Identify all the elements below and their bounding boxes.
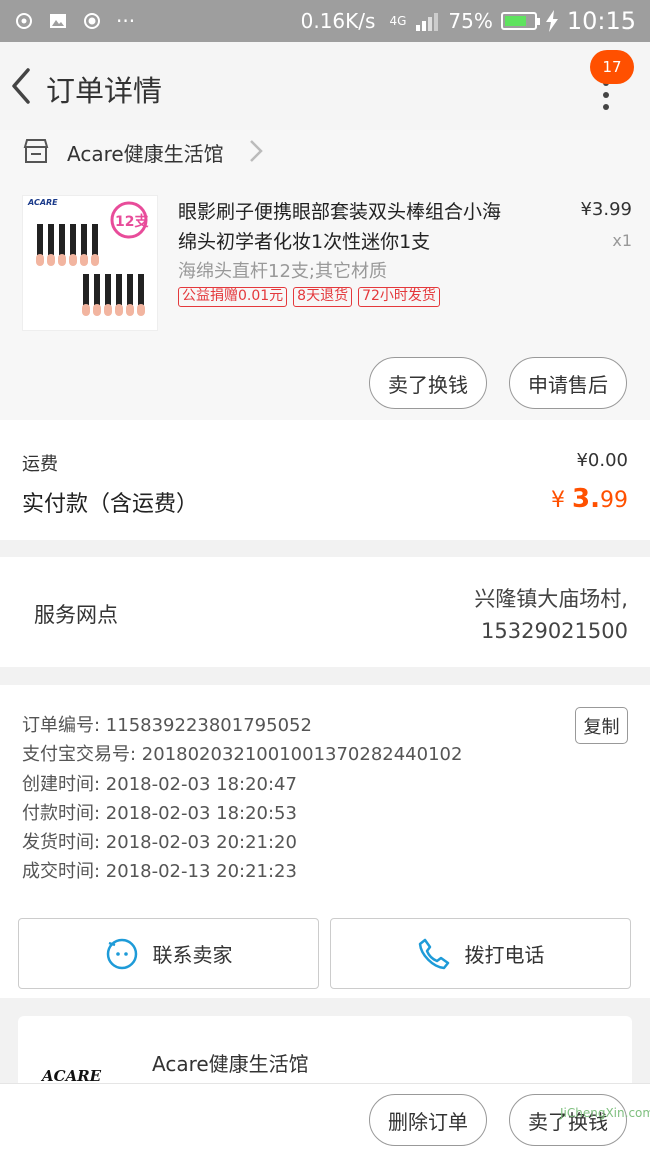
product-name[interactable]: 眼影刷子便携眼部套装双头棒组合小海绵头初学者化妆1次性迷你1支 [178,197,518,257]
service-address-line: 兴隆镇大庙场村, [474,587,628,611]
record-icon [84,13,100,29]
brush-handle [37,224,43,256]
brush-handle [94,274,100,306]
brush-handle [127,274,133,306]
paid-dec: 99 [600,488,628,513]
brush-sponge [126,304,134,316]
status-bar: ··· 0.16K/s 4G 75% 10:15 [0,0,650,42]
brush-sponge [69,254,77,266]
order-info-line: 支付宝交易号: 2018020321001001370282440102 [22,744,463,766]
order-info-line: 创建时间: 2018-02-03 18:20:47 [22,773,297,795]
chat-icon [106,938,137,969]
brush-sponge [104,304,112,316]
brush-handle [81,224,87,256]
paid-label: 实付款（含运费） [22,492,199,517]
service-address: 兴隆镇大庙场村, 15329021500 [474,583,628,647]
more-menu-icon[interactable] [594,80,618,128]
battery-percent: 75% [448,9,493,33]
shop-header[interactable]: Acare健康生活馆 [0,130,650,185]
shop-name: Acare健康生活馆 [67,142,224,166]
contact-seller-label: 联系卖家 [152,943,233,967]
brush-handle [92,224,98,256]
service-point: 服务网点 兴隆镇大庙场村, 15329021500 [0,557,650,667]
clock: 10:15 [566,7,636,35]
bottom-action-bar: 删除订单 卖了换钱 [0,1083,650,1155]
brush-sponge [115,304,123,316]
brush-handle [116,274,122,306]
paid-currency: ¥ [551,488,566,513]
product-tags: 公益捐赠0.01元 8天退货 72小时发货 [178,287,440,307]
brush-sponge [137,304,145,316]
order-item: ACARE 12支 眼影刷子便携眼部套装双头棒组合小海绵头初学者化妆1次性迷你1… [0,185,650,420]
header: 订单详情 [0,42,650,130]
page-title: 订单详情 [46,74,163,108]
order-info-lines: 订单编号: 115839223801795052 支付宝交易号: 20180203… [22,711,462,887]
brush-sponge [93,304,101,316]
order-info-line: 付款时间: 2018-02-03 18:20:53 [22,802,297,824]
brush-sponge [91,254,99,266]
shop-card-name: Acare健康生活馆 [152,1052,309,1076]
brush-sponge [36,254,44,266]
product-tag: 72小时发货 [358,287,440,307]
back-arrow-icon[interactable] [6,66,36,106]
brush-handle [105,274,111,306]
store-icon [23,139,49,163]
product-sku: 海绵头直杆12支;其它材质 [178,261,387,282]
brush-sponge [47,254,55,266]
order-info-line: 成交时间: 2018-02-13 20:21:23 [22,861,297,883]
chevron-right-icon [250,140,263,162]
call-button[interactable]: 拨打电话 [330,918,631,989]
battery-icon [500,12,540,30]
copy-button[interactable]: 复制 [575,707,628,744]
brush-handle [59,224,65,256]
brush-sponge [80,254,88,266]
brush-sponge [58,254,66,266]
product-thumbnail[interactable]: ACARE 12支 [22,195,158,331]
sell-button[interactable]: 卖了换钱 [369,357,487,409]
notification-icon [16,13,32,29]
bottom-sell-button[interactable]: 卖了换钱 [509,1094,627,1146]
notification-badge: 17 [590,50,634,84]
fee-section: 运费 ¥0.00 实付款（含运费） ¥ 3.99 [0,420,650,540]
order-detail-page: { "status_bar": {"network_speed": "0.16K… [0,0,650,1155]
service-phone[interactable]: 15329021500 [474,615,628,647]
network-type: 4G [389,14,407,28]
contact-section: 联系卖家 拨打电话 [0,907,650,998]
network-speed: 0.16K/s [300,9,376,33]
charging-icon [545,10,558,32]
phone-icon [418,938,449,969]
product-price: ¥3.99 [580,199,632,220]
brush-handle [138,274,144,306]
aftersale-button[interactable]: 申请售后 [509,357,627,409]
shipping-value: ¥0.00 [576,450,628,471]
brush-handle [48,224,54,256]
shipping-label: 运费 [22,454,58,475]
call-label: 拨打电话 [464,943,545,967]
product-tag: 8天退货 [293,287,353,307]
product-qty: x1 [612,231,632,250]
more-status-icon: ··· [116,9,136,33]
product-tag: 公益捐赠0.01元 [178,287,288,307]
brush-sponge [82,304,90,316]
signal-icon [416,13,439,31]
service-label: 服务网点 [34,603,118,627]
brush-handle [70,224,76,256]
thumb-brand: ACARE [28,198,58,207]
image-icon [50,14,66,28]
delete-order-button[interactable]: 删除订单 [369,1094,487,1146]
paid-int: 3. [572,484,600,514]
contact-seller-button[interactable]: 联系卖家 [18,918,319,989]
order-info-line: 发货时间: 2018-02-03 20:21:20 [22,832,297,854]
thumb-badge: 12支 [115,214,149,230]
order-info-line: 订单编号: 115839223801795052 [22,715,312,736]
brush-handle [83,274,89,306]
watermark: JiChengXin.com [560,1106,650,1120]
paid-value: ¥ 3.99 [551,484,628,514]
order-info: 订单编号: 115839223801795052 支付宝交易号: 20180203… [0,685,650,907]
